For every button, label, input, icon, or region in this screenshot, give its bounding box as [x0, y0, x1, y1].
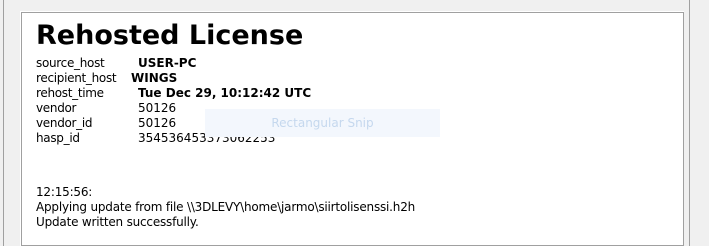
field-value: Tue Dec 29, 10:12:42 UTC: [138, 86, 312, 100]
field-row-source-host: source_host USER-PC: [36, 56, 311, 71]
field-key: vendor: [36, 101, 77, 115]
update-log: 12:15:56: Applying update from file \\3D…: [36, 185, 415, 230]
field-value: 50126: [138, 116, 177, 130]
field-row-recipient-host: recipient_host WINGS: [36, 71, 311, 86]
field-key: recipient_host: [36, 71, 117, 85]
left-frame-rule: [3, 0, 4, 246]
rectangular-snip-overlay: Rectangular Snip: [205, 109, 440, 137]
field-key: rehost_time: [36, 86, 104, 100]
field-value: USER-PC: [138, 56, 197, 70]
field-key: source_host: [36, 56, 105, 70]
window-right-frame: [684, 0, 709, 246]
field-row-rehost-time: rehost_time Tue Dec 29, 10:12:42 UTC: [36, 86, 311, 101]
field-value: WINGS: [131, 71, 178, 85]
field-key: vendor_id: [36, 116, 93, 130]
page-title: Rehosted License: [36, 20, 304, 51]
field-value: 50126: [138, 101, 177, 115]
field-key: hasp_id: [36, 131, 80, 145]
right-frame-rule: [689, 0, 690, 246]
window-top-frame: [0, 0, 709, 11]
log-line-applying: Applying update from file \\3DLEVY\home\…: [36, 200, 416, 214]
log-timestamp: 12:15:56:: [36, 185, 93, 199]
log-line-success: Update written successfully.: [36, 215, 199, 229]
